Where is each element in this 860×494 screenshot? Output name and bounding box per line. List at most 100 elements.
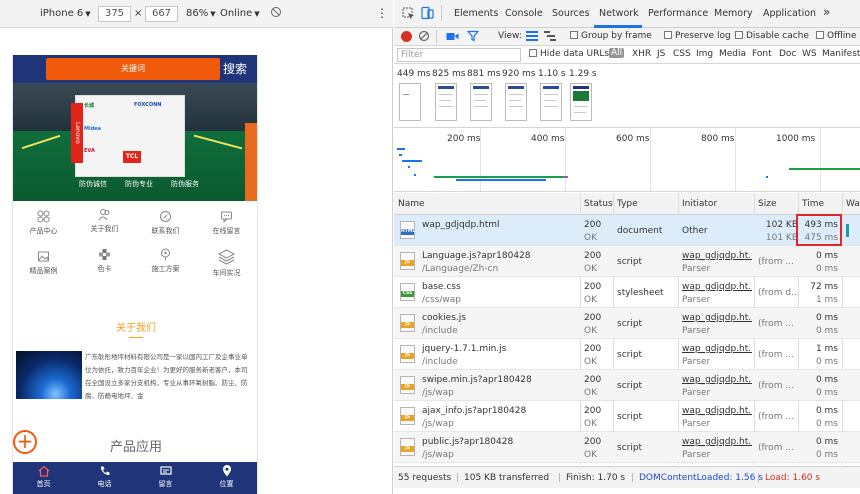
- nav-item-about[interactable]: 关于我们: [74, 208, 135, 234]
- overview-icon[interactable]: [544, 31, 556, 45]
- request-name: base.css: [422, 282, 461, 292]
- time-highlight-box: [796, 214, 842, 246]
- filmstrip-thumbnail[interactable]: [435, 83, 457, 121]
- filter-input[interactable]: Filter: [397, 48, 521, 62]
- filter-type-all[interactable]: All: [609, 48, 625, 58]
- nav-item-cases[interactable]: 精品案例: [13, 250, 74, 276]
- file-type-icon: JS: [400, 407, 415, 425]
- plus-button[interactable]: +: [13, 430, 37, 454]
- bottom-nav-message[interactable]: 留言: [135, 465, 196, 489]
- nav-item-contact[interactable]: 联系我们: [135, 210, 196, 236]
- filter-type-img[interactable]: Img: [696, 49, 713, 59]
- tab-network[interactable]: Network: [599, 8, 639, 19]
- table-row[interactable]: JS ajax_info.js?apr180428/js/wap 200 OK scri…: [394, 401, 860, 432]
- filter-type-xhr[interactable]: XHR: [632, 49, 651, 59]
- filter-type-ws[interactable]: WS: [802, 49, 817, 59]
- inspect-element-icon[interactable]: [402, 7, 415, 23]
- nav-item-message[interactable]: 在线留言: [196, 210, 257, 236]
- filter-type-js[interactable]: JS: [657, 49, 665, 59]
- filter-icon[interactable]: [466, 30, 480, 45]
- nav-item-products[interactable]: 产品中心: [13, 210, 74, 236]
- table-row[interactable]: JS swipe.min.js?apr180428/js/wap 200 OK scri…: [394, 370, 860, 401]
- table-row[interactable]: HTML wap_gdjqdp.html 200 OK document Other 102…: [394, 215, 860, 246]
- column-waterfall[interactable]: Wat: [846, 199, 860, 209]
- filter-type-manifest[interactable]: Manifest: [822, 49, 860, 59]
- initiator[interactable]: wap_gdjqdp.ht...: [682, 251, 752, 261]
- filmstrip-thumbnail[interactable]: [470, 83, 492, 121]
- filter-type-css[interactable]: CSS: [673, 49, 691, 59]
- video-capture-icon[interactable]: [446, 31, 459, 45]
- column-initiator[interactable]: Initiator: [682, 199, 717, 209]
- device-toolbar-icon[interactable]: [420, 6, 434, 23]
- record-icon[interactable]: [401, 31, 412, 42]
- tab-elements[interactable]: Elements: [454, 8, 498, 19]
- preserve-log-checkbox[interactable]: Preserve log: [664, 31, 731, 41]
- table-row[interactable]: JS public.js?apr180428/js/wap 200 OK script w…: [394, 432, 860, 463]
- initiator[interactable]: wap_gdjqdp.ht...: [682, 344, 752, 354]
- clear-icon[interactable]: [418, 30, 430, 45]
- filmstrip-thumbnail[interactable]: [540, 83, 562, 121]
- filter-type-font[interactable]: Font: [752, 49, 772, 59]
- status-text: OK: [584, 388, 597, 398]
- initiator[interactable]: wap_gdjqdp.ht...: [682, 406, 752, 416]
- initiator[interactable]: wap_gdjqdp.ht...: [682, 375, 752, 385]
- more-tabs-icon[interactable]: »: [823, 5, 830, 19]
- about-title[interactable]: 关于我们: [13, 319, 257, 338]
- bottom-nav-phone[interactable]: 电话: [74, 465, 135, 489]
- filmstrip-time: 881 ms: [467, 69, 501, 79]
- search-input[interactable]: 关键词: [46, 58, 220, 80]
- initiator[interactable]: wap_gdjqdp.ht...: [682, 282, 752, 292]
- table-row[interactable]: JS cookies.js/include 200 OK script wap_gdjqd…: [394, 308, 860, 339]
- rotate-icon[interactable]: [270, 6, 282, 21]
- filmstrip-thumbnail[interactable]: [399, 83, 421, 121]
- tab-sources[interactable]: Sources: [552, 8, 590, 19]
- request-path: /js/wap: [422, 419, 454, 429]
- request-type: script: [617, 350, 643, 360]
- large-rows-icon[interactable]: [526, 31, 538, 45]
- width-input[interactable]: 375: [98, 6, 131, 22]
- initiator[interactable]: wap_gdjqdp.ht...: [682, 437, 752, 447]
- filmstrip-thumbnail[interactable]: [505, 83, 527, 121]
- filmstrip-thumbnail[interactable]: [570, 83, 592, 121]
- column-time[interactable]: Time: [802, 199, 824, 209]
- banner-image[interactable]: 长城 Midea FOXCONN EVA Lenovo TCL 防伪诚信 防伪专…: [13, 83, 257, 201]
- nav-item-construction[interactable]: 施工方案: [135, 248, 196, 274]
- group-by-frame-checkbox[interactable]: Group by frame: [570, 31, 652, 41]
- hide-data-urls-checkbox[interactable]: Hide data URLs: [529, 49, 609, 59]
- search-button[interactable]: 搜索: [223, 60, 247, 77]
- layers-icon: [218, 249, 235, 265]
- tab-console[interactable]: Console: [505, 8, 543, 19]
- tab-memory[interactable]: Memory: [714, 8, 753, 19]
- column-name[interactable]: Name: [398, 199, 425, 209]
- column-type[interactable]: Type: [617, 199, 638, 209]
- table-row[interactable]: JS Language.js?apr180428/Language/Zh-cn 20…: [394, 246, 860, 277]
- height-input[interactable]: 667: [145, 6, 178, 22]
- nav-item-label: 关于我们: [90, 225, 119, 233]
- bottom-nav-home[interactable]: 首页: [13, 465, 74, 489]
- column-status[interactable]: Status: [584, 199, 613, 209]
- network-throttle-select[interactable]: Online ▼: [220, 8, 260, 19]
- disable-cache-checkbox[interactable]: Disable cache: [735, 31, 809, 41]
- column-size[interactable]: Size: [758, 199, 776, 209]
- table-row[interactable]: JS jquery-1.7.1.min.js/include 200 OK script…: [394, 339, 860, 370]
- timeline-overview[interactable]: 200 ms 400 ms 600 ms 800 ms 1000 ms: [394, 128, 860, 192]
- initiator[interactable]: wap_gdjqdp.ht...: [682, 313, 752, 323]
- device-select[interactable]: iPhone 6 ▼: [40, 8, 91, 19]
- bottom-nav-location[interactable]: 位置: [196, 465, 257, 489]
- filter-type-doc[interactable]: Doc: [779, 49, 796, 59]
- filter-type-media[interactable]: Media: [719, 49, 746, 59]
- tab-application[interactable]: Application: [763, 8, 816, 19]
- file-type-icon: JS: [400, 438, 415, 456]
- offline-checkbox[interactable]: Offline: [816, 31, 857, 41]
- more-options-icon[interactable]: ⋮: [376, 6, 388, 20]
- tab-performance[interactable]: Performance: [648, 8, 708, 19]
- overview-request-bar: [408, 166, 410, 168]
- chat-icon: [221, 211, 232, 223]
- nav-item-colors[interactable]: 色卡: [74, 248, 135, 274]
- people-icon: [98, 209, 110, 221]
- nav-item-workshop[interactable]: 车间实况: [196, 248, 257, 278]
- nav-item-label: 色卡: [97, 265, 112, 273]
- zoom-select[interactable]: 86% ▼: [186, 8, 216, 19]
- request-name: ajax_info.js?apr180428: [422, 406, 527, 416]
- table-row[interactable]: CSS base.css/css/wap 200 OK stylesheet wap_gd…: [394, 277, 860, 308]
